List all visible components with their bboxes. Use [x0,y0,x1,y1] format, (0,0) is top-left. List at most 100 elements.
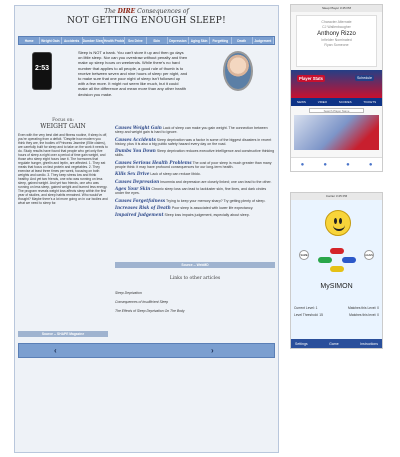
level-threshold: Level Threshold: 15 [294,313,323,317]
nav-health-problems[interactable]: Health Problems [104,37,126,44]
nav-scores[interactable]: SCORES [339,100,352,104]
site-nav: Home Weight Gain Accidents Dumber Sleep … [18,36,275,45]
cause-title[interactable]: Ages Your Skin [115,186,150,191]
card-line: Infielder Nominated [321,38,352,42]
cause-item: Dumbs You Down Sleep deprivation reduces… [115,149,275,158]
red-button[interactable] [330,248,344,254]
app-title: MySIMON [320,283,353,290]
cause-desc: Insomnia and depression are closely link… [160,179,272,184]
causes-source: Source -- WebMD [115,262,275,268]
home-tab-icon[interactable]: ● [301,162,305,168]
cause-title[interactable]: Dumbs You Down [115,148,156,153]
instructions-button[interactable]: Instructions [360,342,378,346]
nav-sex-drive[interactable]: Sex Drive [125,37,147,44]
focus-body: Even with the very best diet and fitness… [18,133,108,205]
status-bar: Sleep Player 3:45 PM [291,5,382,12]
list-tab-icon[interactable]: ● [346,162,350,168]
sleep-website: The DIRE Consequences of NOT GETTING ENO… [14,5,279,453]
stats-row: Level Threshold: 15 Matches this level: … [294,313,379,317]
nav-dumber-sleep[interactable]: Dumber Sleep [83,37,104,44]
cause-desc: Sleep loss impairs judgement, especially… [164,213,250,218]
cause-item: Increases Risk of Death Poor sleep is as… [115,205,275,210]
green-button[interactable] [318,257,332,263]
cause-item: Causes Depression Insomnia and depressio… [115,179,275,184]
header-dire: DIRE [117,8,136,15]
prev-arrow-icon[interactable]: ‹ [54,346,57,355]
cause-item: Causes Accidents Sleep deprivation was a… [115,137,275,147]
smiley-mouth [333,224,345,231]
card-line: Character Alternate [321,20,352,24]
cause-title[interactable]: Causes Accidents [115,137,156,142]
cause-desc: Lack of sleep can reduce libido. [150,172,201,177]
next-arrow-icon[interactable]: › [211,346,214,355]
yellow-button[interactable] [330,266,344,272]
app-navbar: NEWS VIDEO SCORES TICKETS [291,98,382,106]
cause-title[interactable]: Causes Forgetfulness [115,198,165,203]
cause-item: Causes Serious Health Problems The cost … [115,160,275,170]
nav-home[interactable]: Home [19,37,41,44]
current-level: Current Level: 1 [294,306,318,310]
nav-skin[interactable]: Skin [147,37,168,44]
cause-item: Causes Forgetfulness Trying to keep your… [115,198,275,203]
portrait-image [223,51,253,91]
cause-desc: Poor sleep is associated with lower life… [171,205,254,210]
cause-item: Causes Weight Gain Lack of sleep can mak… [115,125,275,135]
same-badge[interactable]: SAME [299,250,309,260]
bottom-bar: Settings Game Instructions [291,339,382,348]
nav-news[interactable]: NEWS [297,100,306,104]
nav-judgement[interactable]: Judgement [253,37,274,44]
nav-accidents[interactable]: Accidents [62,37,83,44]
nav-depression[interactable]: Depression [168,37,189,44]
nav-forgetting[interactable]: Forgetting [210,37,232,44]
smiley-face-icon [325,210,351,236]
nav-death[interactable]: Death [232,37,253,44]
status-bar: Carrier 3:45 PM [291,193,382,200]
phone-app-mysimon: Carrier 3:45 PM SAME AGAIN MySIMON Curre… [290,192,383,349]
article-link[interactable]: Consequences of Insufficient Sleep [115,300,275,304]
links-section: Links to other articles Sleep Deprivatio… [115,276,275,318]
nav-video[interactable]: VIDEO [318,100,327,104]
nav-aging-skin[interactable]: Aging Skin [189,37,211,44]
focus-column: Focus on: WEIGHT GAIN Even with the very… [18,118,108,337]
card-line: Ryan Someone [324,43,349,47]
more-tab-icon[interactable]: ● [369,162,373,168]
game-button[interactable]: Game [329,342,339,346]
article-link[interactable]: Sleep Deprivation [115,291,275,295]
settings-button[interactable]: Settings [295,342,308,346]
site-header: The DIRE Consequences of NOT GETTING ENO… [15,6,278,34]
phone-app-baseball: Sleep Player 3:45 PM Character Alternate… [290,4,383,172]
blue-button[interactable] [342,257,356,263]
intro-section: 2:53 Sleep is NOT a bank. You can't stor… [18,48,275,118]
links-header: Links to other articles [169,276,221,281]
team-banner: Player Stats Schedule [291,70,382,98]
focus-source: Source -- SHAPE Magazine [18,331,108,337]
cause-item: Ages Your Skin Chronic sleep loss can le… [115,186,275,196]
causes-list: Causes Weight Gain Lack of sleep can mak… [115,125,275,276]
cause-title[interactable]: Impaired Judgement [115,212,164,217]
tab-bar: ● ● ● ● [291,157,382,171]
player-name: Anthony Rizzo [317,31,356,37]
cause-title[interactable]: Causes Serious Health Problems [115,160,192,165]
header-line-1: The DIRE Consequences of [15,8,278,15]
nav-tickets[interactable]: TICKETS [363,100,376,104]
game-stats: Current Level: 1 Matches this Level: 0 L… [294,306,379,320]
search-tab-icon[interactable]: ● [323,162,327,168]
schedule-button[interactable]: Schedule [355,75,374,81]
again-badge[interactable]: AGAIN [364,250,374,260]
cause-title[interactable]: Causes Weight Gain [115,125,162,130]
player-card: Character Alternate CJ Wallenbaugher Ant… [296,15,377,67]
cause-title[interactable]: Causes Depression [115,179,159,184]
article-link[interactable]: The Effects of Sleep Deprivation On The … [115,309,275,313]
player-search-input[interactable]: Search Player Name [309,108,364,113]
cause-title[interactable]: Increases Risk of Death [115,205,171,210]
intro-text: Sleep is NOT a bank. You can't store it … [78,50,188,97]
player-stats-button[interactable]: Player Stats [297,75,325,82]
player-photo [294,115,379,150]
cause-item: Kills Sex Drive Lack of sleep can reduce… [115,171,275,177]
header-pre: The [104,8,116,15]
cause-title[interactable]: Kills Sex Drive [115,171,149,176]
header-post: Consequences of [137,8,189,15]
nav-weight-gain[interactable]: Weight Gain [40,37,62,44]
matches-needed: Matches this level: 0 [349,313,379,317]
matches-current: Matches this Level: 0 [348,306,379,310]
